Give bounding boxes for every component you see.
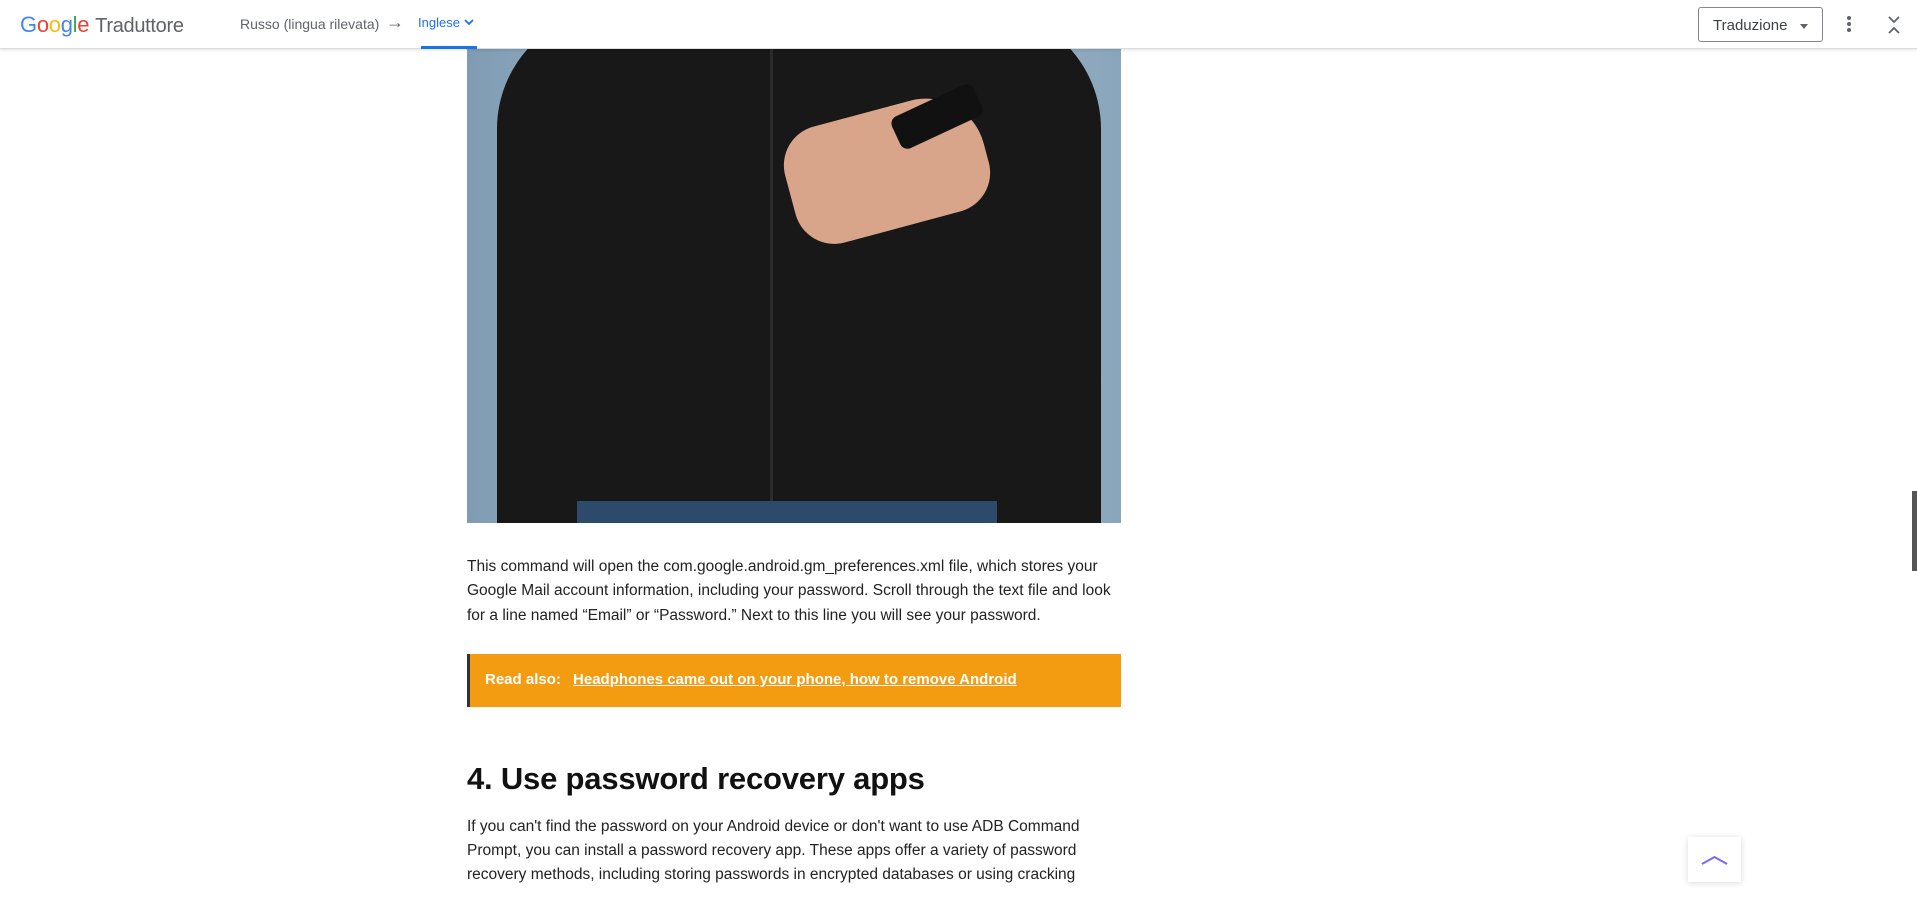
read-also-label: Read also: (485, 670, 561, 688)
read-also-link[interactable]: Headphones came out on your phone, how t… (573, 671, 1017, 688)
google-translate-logo[interactable]: Google Traduttore (20, 12, 184, 38)
scrollbar-thumb[interactable] (1912, 491, 1917, 571)
google-wordmark: Google (20, 12, 90, 37)
scroll-to-top-button[interactable] (1688, 837, 1741, 882)
arrow-right-icon: → (386, 12, 404, 32)
translation-mode-value: Traduzione (1713, 17, 1788, 34)
article-paragraph: If you can't find the password on your A… (467, 817, 1080, 884)
translation-mode-select[interactable]: Traduzione (1698, 7, 1823, 42)
article-content: This command will open the com.google.an… (467, 49, 1122, 888)
read-also-banner: Read also: Headphones came out on your p… (467, 653, 1121, 707)
more-vert-icon[interactable] (1843, 14, 1855, 34)
collapse-icon[interactable] (1886, 15, 1902, 35)
target-language-indicator (421, 46, 477, 49)
article-image (467, 49, 1121, 523)
article-paragraph: This command will open the com.google.an… (467, 558, 1111, 624)
target-language-button[interactable]: Inglese (418, 15, 460, 30)
chevron-up-icon (1701, 855, 1728, 865)
product-name: Traduttore (95, 15, 184, 37)
section-heading: 4. Use password recovery apps (467, 760, 925, 796)
translate-toolbar: Google Traduttore Russo (lingua rilevata)… (0, 0, 1917, 49)
source-language-button[interactable]: Russo (lingua rilevata) (240, 16, 379, 32)
chevron-down-icon[interactable] (464, 17, 474, 27)
caret-down-icon (1800, 24, 1808, 29)
